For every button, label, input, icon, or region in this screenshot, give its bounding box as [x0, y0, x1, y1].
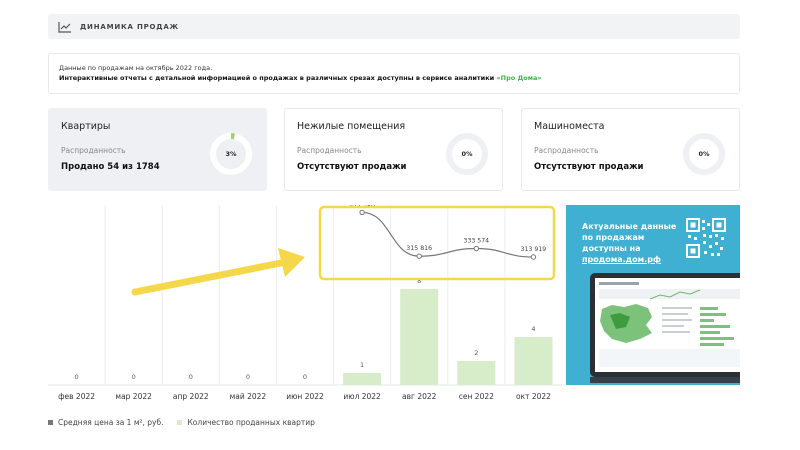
bar[interactable] [400, 289, 439, 385]
line-point[interactable] [530, 254, 537, 260]
promo-text: Актуальные данные по продажам доступны н… [582, 221, 682, 265]
legend-label: Количество проданных квартир [187, 418, 315, 427]
x-tick-label: мар 2022 [115, 392, 152, 401]
bar-value-label: 4 [531, 325, 535, 333]
pro-doma-link[interactable]: «Про Дома» [496, 74, 541, 82]
donut-percent: 3% [225, 150, 237, 158]
bar-value-label: 0 [246, 373, 250, 381]
donut-percent: 0% [461, 150, 473, 158]
donut-chart: 0% [682, 132, 726, 176]
x-tick-label: июл 2022 [343, 392, 381, 401]
laptop-illustration [590, 273, 740, 383]
card-nonresidential[interactable]: Нежилые помещения Распроданность Отсутст… [284, 108, 503, 191]
bar[interactable] [343, 373, 382, 385]
highlight-box [318, 205, 556, 281]
legend-item-price[interactable]: Средняя цена за 1 м², руб. [48, 418, 163, 427]
legend-label: Средняя цена за 1 м², руб. [58, 418, 164, 427]
info-line-2: Интерактивные отчеты с детальной информа… [59, 73, 729, 83]
bar-value-label: 2 [474, 349, 478, 357]
card-title: Машиноместа [534, 121, 605, 132]
line-point[interactable] [473, 245, 480, 252]
legend-swatch [177, 420, 183, 425]
section-title: ДИНАМИКА ПРОДАЖ [80, 22, 179, 31]
bar-value-label: 1 [360, 361, 364, 369]
line-value-label: 315 816 [406, 245, 432, 252]
promo-banner[interactable]: Актуальные данные по продажам доступны н… [566, 205, 740, 385]
sales-chart-svg: 0 фев 2022 0 мар 2022 0 апр 2022 0 май 2022 0 июн… [48, 205, 562, 401]
donut-chart: 3% [209, 132, 253, 176]
card-title: Нежилые помещения [297, 121, 406, 132]
x-tick-label: фев 2022 [58, 392, 95, 401]
trend-chart-icon [58, 21, 71, 33]
bar-value-label: 0 [74, 373, 78, 381]
qr-code-icon [686, 218, 726, 258]
promo-link[interactable]: продома.дом.рф [582, 255, 661, 264]
x-tick-label: авг 2022 [402, 392, 437, 401]
bar[interactable] [514, 337, 553, 385]
chart-legend: Средняя цена за 1 м², руб. Количество пр… [48, 418, 329, 427]
card-apartments[interactable]: Квартиры Распроданность Продано 54 из 17… [48, 108, 267, 191]
legend-item-count[interactable]: Количество проданных квартир [177, 418, 315, 427]
promo-text-prefix: Актуальные данные по продажам доступны н… [582, 222, 677, 253]
section-header: ДИНАМИКА ПРОДАЖ [48, 14, 740, 39]
bar[interactable] [457, 361, 496, 385]
info-line-2-text: Интерактивные отчеты с детальной информа… [59, 74, 497, 82]
bar-value-label: 0 [303, 373, 307, 381]
info-box: Данные по продажам на октябрь 2022 года.… [48, 53, 740, 94]
x-tick-label: апр 2022 [173, 392, 209, 401]
line-point[interactable] [416, 253, 422, 259]
x-tick-label: сен 2022 [459, 392, 494, 401]
card-parking[interactable]: Машиноместа Распроданность Отсутствуют п… [521, 108, 740, 191]
info-line-1: Данные по продажам на октябрь 2022 года. [59, 64, 213, 72]
legend-swatch [48, 420, 53, 425]
donut-percent: 0% [698, 150, 710, 158]
donut-chart: 0% [445, 132, 489, 176]
x-tick-label: июн 2022 [286, 392, 324, 401]
x-tick-label: май 2022 [230, 392, 267, 401]
card-title: Квартиры [61, 121, 111, 132]
bar-value-label: 0 [132, 373, 136, 381]
x-tick-label: окт 2022 [516, 392, 551, 401]
line-value-label: 333 574 [464, 238, 490, 245]
bar-value-label: 0 [189, 373, 193, 381]
sales-chart: 0 фев 2022 0 мар 2022 0 апр 2022 0 май 2022 0 июн… [48, 205, 562, 410]
line-value-label: 313 919 [521, 246, 547, 253]
line-point[interactable] [359, 209, 365, 216]
